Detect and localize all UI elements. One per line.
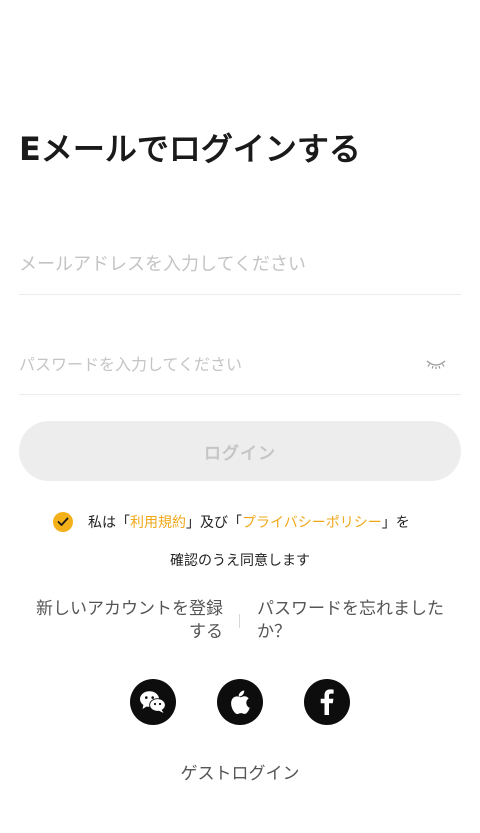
account-links: 新しいアカウントを登録 する パスワードを忘れました か？ [0,598,480,648]
agreement-text-middle: 」及び「 [186,515,242,531]
agreement-row: 私は「 利用規約 」及び「 プライバシーポリシー 」を [53,510,410,534]
login-button[interactable]: ログイン [19,421,461,481]
facebook-icon [320,689,334,715]
email-field-container [19,244,461,295]
agreement-checkbox[interactable] [53,512,73,532]
link-divider [239,614,240,628]
register-link-line1: 新しいアカウントを登録 [36,599,223,619]
privacy-policy-link[interactable]: プライバシーポリシー [242,512,382,532]
wechat-icon [140,691,166,713]
password-field[interactable] [19,344,409,384]
apple-login-button[interactable] [217,679,263,725]
register-link[interactable]: 新しいアカウントを登録 する [13,598,223,644]
checkmark-icon [57,517,69,526]
password-field-container [19,344,461,395]
eye-closed-icon[interactable] [425,356,447,372]
facebook-login-button[interactable] [304,679,350,725]
register-link-line2: する [189,622,223,642]
agreement-text-suffix: 」を [381,515,410,531]
page-title: Eメールでログインする [19,130,361,168]
forgot-password-link[interactable]: パスワードを忘れました か？ [257,598,467,644]
forgot-link-line2: か？ [257,622,291,642]
terms-link[interactable]: 利用規約 [130,512,186,532]
forgot-link-line1: パスワードを忘れました [257,599,444,619]
apple-icon [231,690,250,714]
guest-login-link[interactable]: ゲストログイン [0,759,480,784]
email-field[interactable] [19,244,461,284]
wechat-login-button[interactable] [130,679,176,725]
agreement-text-line2: 確認のうえ同意します [170,553,310,569]
agreement-text-prefix: 私は「 [88,515,130,531]
back-icon[interactable] [24,0,42,4]
